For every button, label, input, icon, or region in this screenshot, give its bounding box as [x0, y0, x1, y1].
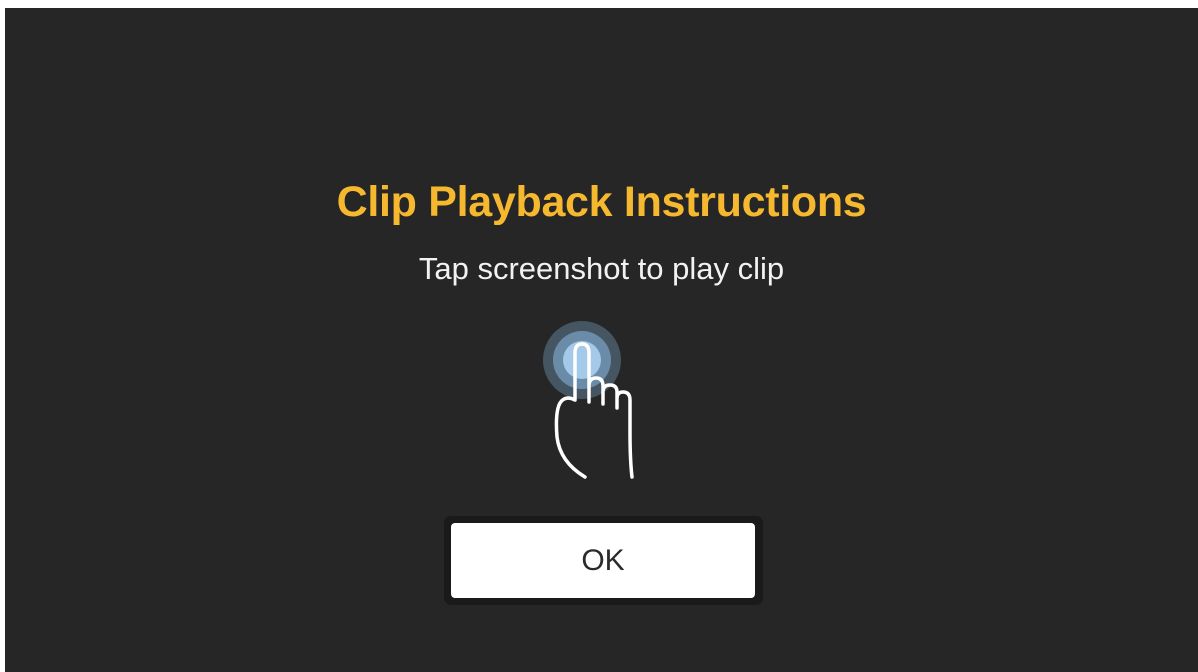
page-title: Clip Playback Instructions	[336, 178, 867, 226]
instructions-screen: Clip Playback Instructions Tap screensho…	[5, 8, 1198, 672]
instruction-text: Tap screenshot to play clip	[418, 251, 785, 286]
tap-glow-inner	[563, 341, 601, 379]
hand-tap-icon	[543, 321, 634, 479]
ok-button[interactable]: OK	[451, 523, 755, 598]
